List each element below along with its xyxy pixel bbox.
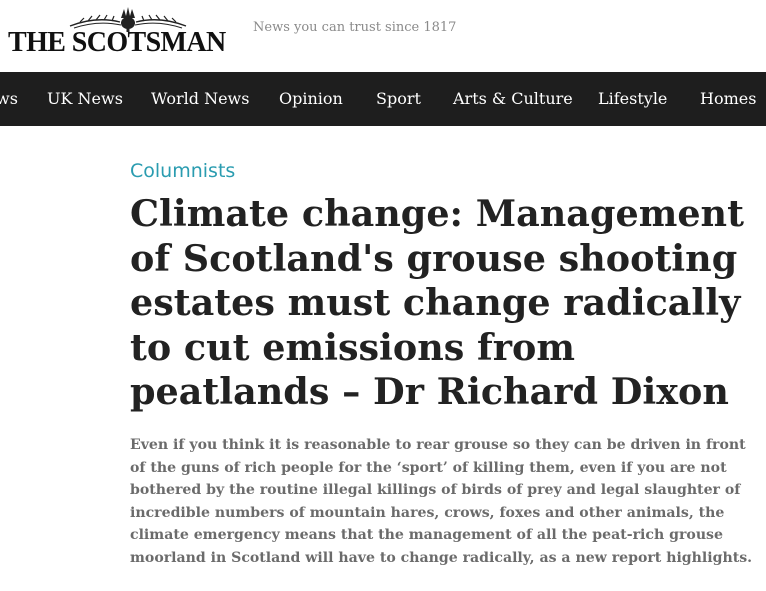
headline-line: peatlands – Dr Richard Dixon <box>130 370 729 413</box>
nav-item-uk-news[interactable]: UK News <box>47 72 123 126</box>
nav-item-lifestyle[interactable]: Lifestyle <box>598 72 667 126</box>
nav-item-opinion[interactable]: Opinion <box>279 72 343 126</box>
masthead: THE SCOTSMAN News you can trust since 18… <box>0 0 766 72</box>
article-headline: Climate change: Management of Scotland's… <box>130 192 760 415</box>
standfirst-line: bothered by the routine illegal killings… <box>130 482 741 499</box>
nav-item-world-news[interactable]: World News <box>151 72 249 126</box>
headline-line: to cut emissions from <box>130 325 575 369</box>
standfirst-line: climate emergency means that the managem… <box>130 527 723 544</box>
site-logo[interactable]: THE SCOTSMAN <box>8 4 230 58</box>
site-tagline: News you can trust since 1817 <box>253 20 457 35</box>
nav-item-arts-culture[interactable]: Arts & Culture <box>453 72 573 126</box>
headline-line: Climate change: Management <box>130 192 744 235</box>
standfirst-line: of the guns of rich people for the ‘spor… <box>130 459 727 476</box>
main-nav: ws UK News World News Opinion Sport Arts… <box>0 72 766 126</box>
nav-item-homes[interactable]: Homes <box>700 72 756 126</box>
article-standfirst: Even if you think it is reasonable to re… <box>130 434 760 570</box>
standfirst-line: Even if you think it is reasonable to re… <box>130 437 746 453</box>
logo-wordmark: THE SCOTSMAN <box>8 27 226 58</box>
nav-item-sport[interactable]: Sport <box>376 72 421 126</box>
nav-item-news-truncated[interactable]: ws <box>0 72 18 126</box>
headline-line: of Scotland's grouse shooting <box>130 236 738 280</box>
headline-line: estates must change radically <box>130 281 741 324</box>
standfirst-line: moorland in Scotland will have to change… <box>130 549 753 566</box>
section-link-columnists[interactable]: Columnists <box>130 160 235 182</box>
standfirst-line: incredible numbers of mountain hares, cr… <box>130 504 725 521</box>
